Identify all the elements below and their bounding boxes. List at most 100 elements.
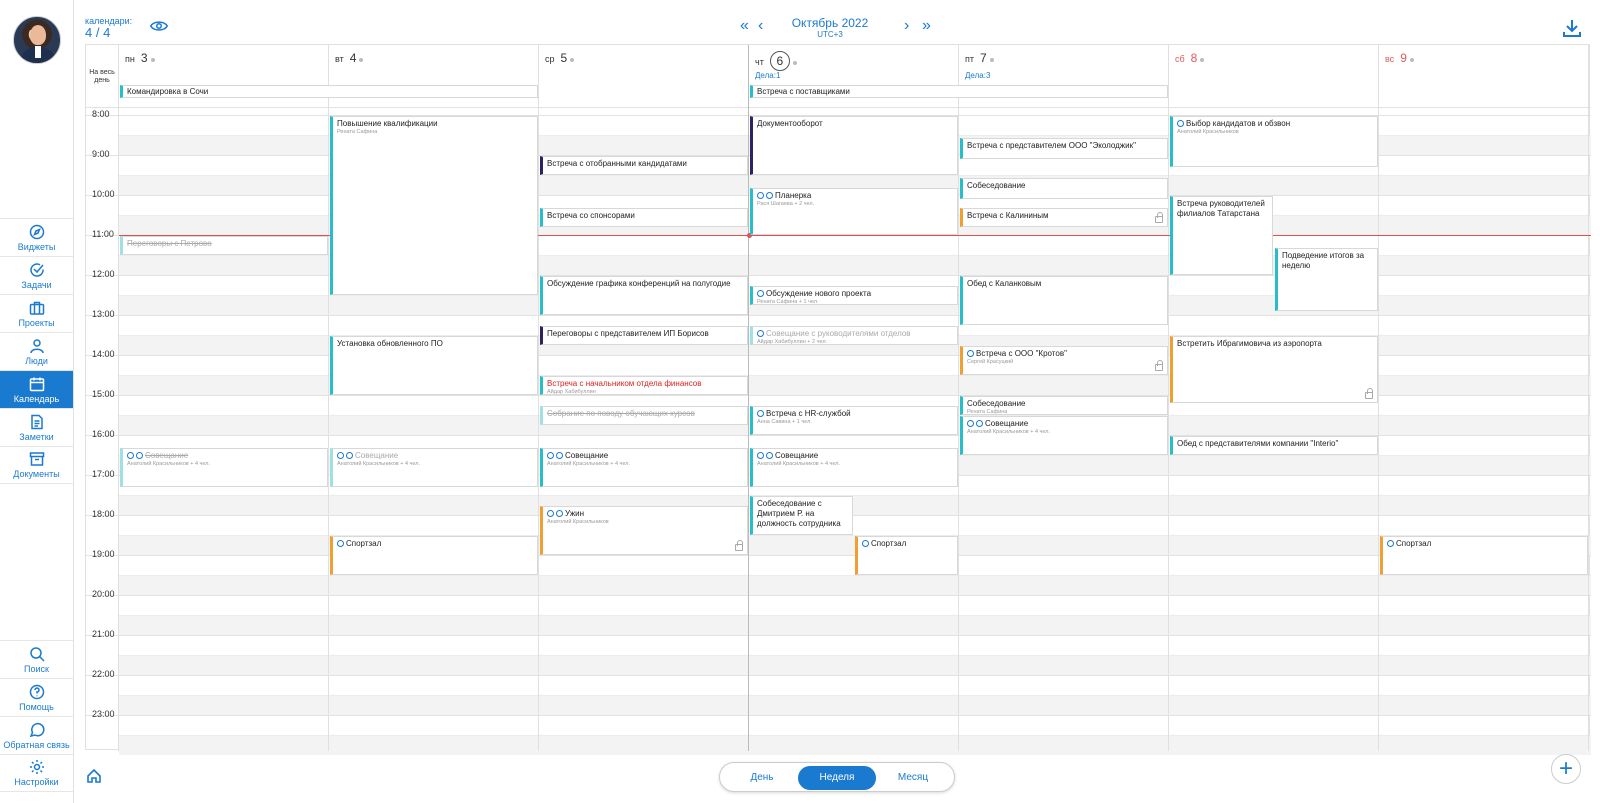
day-header-пт[interactable]: пт 7 <box>965 51 994 71</box>
day-header-вс[interactable]: вс 9 <box>1385 51 1414 71</box>
next-week-button[interactable]: › <box>904 18 909 34</box>
day-dot-icon <box>989 57 994 62</box>
sidebar-item-note[interactable]: Заметки <box>0 408 73 446</box>
calendar-event[interactable]: Собеседование <box>960 178 1168 199</box>
sidebar-item-help[interactable]: Помощь <box>0 678 73 716</box>
allday-label: На весь день <box>89 69 115 84</box>
day-tasks-count[interactable]: Дела:1 <box>755 71 780 80</box>
view-day-button[interactable]: День <box>723 766 801 790</box>
calendar-event[interactable]: Совещание Анатолий Красильников + 4 чел. <box>960 416 1168 455</box>
sidebar-item-label: Люди <box>25 355 48 366</box>
allday-event[interactable]: Командировка в Сочи <box>120 85 538 98</box>
hour-band <box>119 575 1591 595</box>
sidebar-item-briefcase[interactable]: Проекты <box>0 294 73 332</box>
event-title-row: Совещание <box>127 451 323 461</box>
event-title-row: Встреча с Калининым <box>967 211 1163 221</box>
event-title: Встреча с ООО "Кротов" <box>976 349 1067 358</box>
calendar-event[interactable]: Встреча со спонсорами <box>540 208 748 227</box>
calendar-event[interactable]: Спортзал <box>1380 536 1588 575</box>
calendar-event[interactable]: Установка обновленного ПО <box>330 336 538 395</box>
calendar-event[interactable]: Совещание Анатолий Красильников + 4 чел. <box>750 448 958 487</box>
sidebar-item-user[interactable]: Люди <box>0 332 73 370</box>
event-title-row: Собеседование <box>967 181 1163 191</box>
calendars-counter[interactable]: календари: 4 / 4 <box>85 16 132 40</box>
calendar-event[interactable]: Встреча руководителей филиалов Татарстан… <box>1170 196 1273 275</box>
event-participants: Анатолий Красильников <box>547 519 609 525</box>
event-participants: Рената Сафина <box>337 129 378 135</box>
calendar-event[interactable]: Встреча с HR-службой Анна Савина + 1 чел. <box>750 406 958 435</box>
sidebar-item-check-circle[interactable]: Задачи <box>0 256 73 294</box>
calendar-event[interactable]: Ужин Анатолий Красильников <box>540 506 748 555</box>
sidebar-item-search[interactable]: Поиск <box>0 640 73 678</box>
hour-label: 23:00 <box>92 709 115 719</box>
avatar[interactable] <box>13 16 61 64</box>
event-participants: Анатолий Красильников <box>1177 129 1239 135</box>
calendar-event[interactable]: Встреча с ООО "Кротов" Сергей Красуцкий <box>960 346 1168 375</box>
day-header-ср[interactable]: ср 5 <box>545 51 575 71</box>
calendar-event[interactable]: Переговоры с Петрово <box>120 236 328 255</box>
event-title: Собеседование <box>967 181 1026 190</box>
calendar-event[interactable]: Переговоры с представителем ИП Борисов <box>540 326 748 345</box>
calendar-event[interactable]: Совещание Анатолий Красильников + 4 чел. <box>540 448 748 487</box>
event-title: Встреча с HR-службой <box>766 409 851 418</box>
calendar-event[interactable]: Встреча с представителем ООО "Эколоджик" <box>960 138 1168 159</box>
next-year-button[interactable]: » <box>922 18 931 34</box>
sidebar-item-calendar[interactable]: Календарь <box>0 370 73 408</box>
calendar-event[interactable]: Спортзал <box>855 536 958 575</box>
calendar-event[interactable]: Встреча с начальником отдела финансов Айд… <box>540 376 748 395</box>
lock-icon <box>735 540 743 551</box>
day-header-сб[interactable]: сб 8 <box>1175 51 1205 71</box>
calendar-event[interactable]: Планерка Рася Шагаева + 2 чел. <box>750 188 958 235</box>
sidebar-item-gear[interactable]: Настройки <box>0 754 73 792</box>
home-icon[interactable] <box>86 768 102 784</box>
eye-icon[interactable] <box>150 19 168 33</box>
calendar-event[interactable]: Документооборот <box>750 116 958 175</box>
calendar-event[interactable]: Встреча с отобранными кандидатами <box>540 156 748 175</box>
prev-week-button[interactable]: ‹ <box>758 18 763 34</box>
event-participants: Анатолий Красильников + 4 чел. <box>967 429 1051 435</box>
prev-year-button[interactable]: « <box>740 18 749 34</box>
calendar-event[interactable]: Совещание с руководителями отделов Айдар … <box>750 326 958 345</box>
day-header-пн[interactable]: пн 3 <box>125 51 155 71</box>
event-title: Обед с Каланковым <box>967 279 1042 288</box>
calendar-event[interactable]: Обсуждение графика конференций на полуго… <box>540 276 748 315</box>
event-title-row: Собеседование с Дмитрием Р. на должность… <box>757 499 848 534</box>
add-event-button[interactable]: + <box>1551 754 1581 784</box>
sidebar-item-chat[interactable]: Обратная связь <box>0 716 73 754</box>
download-icon[interactable] <box>1562 18 1582 38</box>
event-title: Обсуждение нового проекта <box>766 289 872 298</box>
day-column-divider <box>958 45 959 751</box>
calendar-event[interactable]: Собрание по поводу обучающих курсов <box>540 406 748 425</box>
event-title-row: Ужин <box>547 509 743 519</box>
event-title: Переговоры с представителем ИП Борисов <box>547 329 709 338</box>
calendar-event[interactable]: Совещание Анатолий Красильников + 4 чел. <box>120 448 328 487</box>
event-title-row: Встретить Ибрагимовича из аэропорта <box>1177 339 1373 349</box>
event-participants: Анна Савина + 1 чел. <box>757 419 812 425</box>
calendar-event[interactable]: Встреча с Калининым <box>960 208 1168 227</box>
day-header-вт[interactable]: вт 4 <box>335 51 364 71</box>
sidebar-item-compass[interactable]: Виджеты <box>0 218 73 256</box>
event-title-row: Обед с представителями компании "Interio… <box>1177 439 1373 449</box>
calendar-event[interactable]: Обсуждение нового проекта Рената Сафина +… <box>750 286 958 305</box>
day-dot-icon <box>792 60 797 65</box>
timezone-label: UTC+3 <box>817 30 843 39</box>
day-tasks-count[interactable]: Дела:3 <box>965 71 990 80</box>
calendar-event[interactable]: Совещание Анатолий Красильников + 4 чел. <box>330 448 538 487</box>
calendar-event[interactable]: Повышение квалификации Рената Сафина <box>330 116 538 295</box>
calendar-event[interactable]: Встретить Ибрагимовича из аэропорта <box>1170 336 1378 403</box>
calendar-event[interactable]: Спортзал <box>330 536 538 575</box>
calendar-event[interactable]: Подведение итогов за неделю <box>1275 248 1378 311</box>
event-title: Обсуждение графика конференций на полуго… <box>547 279 731 288</box>
view-week-button[interactable]: Неделя <box>798 766 876 790</box>
day-header-чт[interactable]: чт 6 <box>755 51 797 71</box>
calendar-event[interactable]: Собеседование с Дмитрием Р. на должность… <box>750 496 853 535</box>
sidebar-item-archive[interactable]: Документы <box>0 446 73 484</box>
calendar-event[interactable]: Обед с представителями компании "Interio… <box>1170 436 1378 455</box>
view-month-button[interactable]: Месяц <box>874 766 952 790</box>
calendar-event[interactable]: Выбор кандидатов и обзвон Анатолий Красил… <box>1170 116 1378 167</box>
sidebar-item-label: Проекты <box>18 317 55 328</box>
event-title-row: Совещание <box>757 451 953 461</box>
calendar-event[interactable]: Собеседование Рената Сафина <box>960 396 1168 415</box>
allday-event[interactable]: Встреча с поставщиками <box>750 85 1168 98</box>
calendar-event[interactable]: Обед с Каланковым <box>960 276 1168 325</box>
